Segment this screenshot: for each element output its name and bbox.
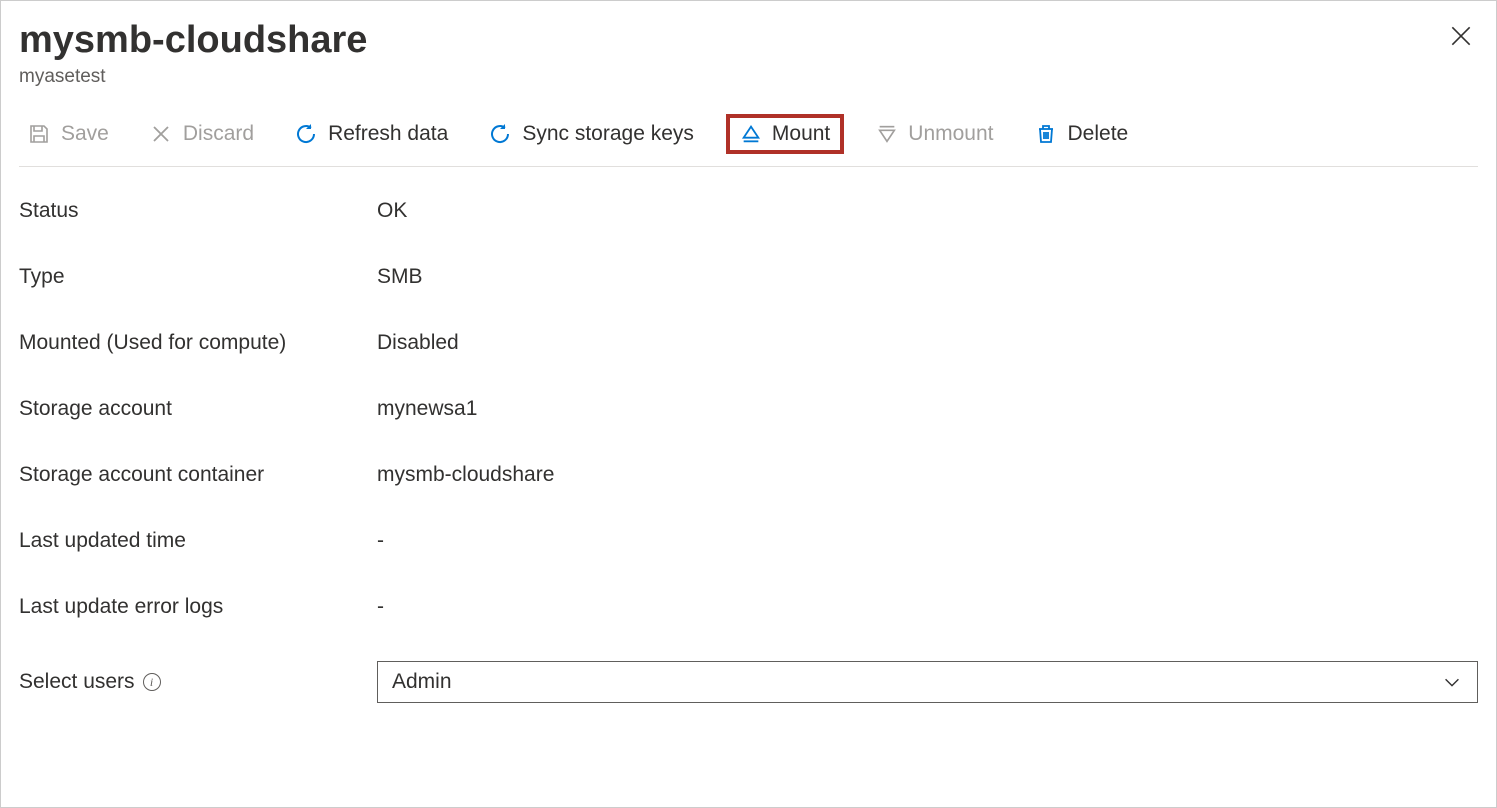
value-last-errors: - <box>377 595 1478 619</box>
info-icon[interactable]: i <box>143 673 161 691</box>
select-users-value: Admin <box>392 670 452 694</box>
row-type: Type SMB <box>19 265 1478 289</box>
value-storage-container: mysmb-cloudshare <box>377 463 1478 487</box>
value-last-updated: - <box>377 529 1478 553</box>
panel-header: mysmb-cloudshare myasetest <box>19 19 1478 88</box>
row-last-errors: Last update error logs - <box>19 595 1478 619</box>
row-last-updated: Last updated time - <box>19 529 1478 553</box>
row-select-users: Select users i Admin <box>19 661 1478 703</box>
sync-label: Sync storage keys <box>522 122 694 146</box>
close-icon <box>1448 23 1474 49</box>
chevron-down-icon <box>1441 671 1463 693</box>
row-storage-container: Storage account container mysmb-cloudsha… <box>19 463 1478 487</box>
close-button[interactable] <box>1444 19 1478 58</box>
delete-icon <box>1034 122 1058 146</box>
row-storage-account: Storage account mynewsa1 <box>19 397 1478 421</box>
unmount-icon <box>876 123 898 145</box>
title-block: mysmb-cloudshare myasetest <box>19 19 367 88</box>
sync-button[interactable]: Sync storage keys <box>480 118 702 150</box>
label-mounted: Mounted (Used for compute) <box>19 331 377 355</box>
label-last-errors: Last update error logs <box>19 595 377 619</box>
unmount-label: Unmount <box>908 122 993 146</box>
properties-list: Status OK Type SMB Mounted (Used for com… <box>19 199 1478 703</box>
label-select-users: Select users i <box>19 670 377 694</box>
share-panel: mysmb-cloudshare myasetest Save Discard … <box>0 0 1497 808</box>
mount-icon <box>740 123 762 145</box>
label-last-updated: Last updated time <box>19 529 377 553</box>
toolbar: Save Discard Refresh data Sync storage k… <box>19 114 1478 167</box>
label-select-users-text: Select users <box>19 670 135 694</box>
value-mounted: Disabled <box>377 331 1478 355</box>
value-storage-account: mynewsa1 <box>377 397 1478 421</box>
discard-icon <box>149 122 173 146</box>
row-mounted: Mounted (Used for compute) Disabled <box>19 331 1478 355</box>
discard-button: Discard <box>141 118 262 150</box>
value-status: OK <box>377 199 1478 223</box>
page-subtitle: myasetest <box>19 66 367 88</box>
save-button: Save <box>19 118 117 150</box>
label-type: Type <box>19 265 377 289</box>
page-title: mysmb-cloudshare <box>19 19 367 62</box>
mount-button[interactable]: Mount <box>726 114 844 154</box>
refresh-label: Refresh data <box>328 122 448 146</box>
label-storage-container: Storage account container <box>19 463 377 487</box>
delete-label: Delete <box>1068 122 1129 146</box>
mount-label: Mount <box>772 122 830 146</box>
discard-label: Discard <box>183 122 254 146</box>
delete-button[interactable]: Delete <box>1026 118 1137 150</box>
label-storage-account: Storage account <box>19 397 377 421</box>
value-type: SMB <box>377 265 1478 289</box>
save-label: Save <box>61 122 109 146</box>
select-users-dropdown[interactable]: Admin <box>377 661 1478 703</box>
label-status: Status <box>19 199 377 223</box>
save-icon <box>27 122 51 146</box>
refresh-icon <box>294 122 318 146</box>
sync-icon <box>488 122 512 146</box>
refresh-button[interactable]: Refresh data <box>286 118 456 150</box>
row-status: Status OK <box>19 199 1478 223</box>
unmount-button: Unmount <box>868 118 1001 150</box>
